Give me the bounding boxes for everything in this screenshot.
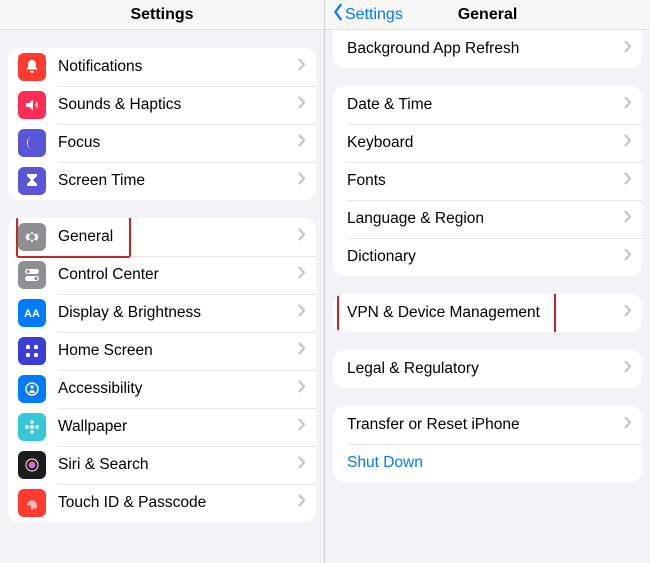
chevron-right-icon [624, 360, 632, 378]
chevron-right-icon [624, 40, 632, 58]
right-group-0: Background App Refresh [333, 30, 642, 68]
row-controlcenter[interactable]: Control Center [8, 256, 316, 294]
chevron-right-icon [624, 210, 632, 228]
row-shutdown[interactable]: Shut Down [333, 444, 642, 482]
row-fonts[interactable]: Fonts [333, 162, 642, 200]
switches-icon [18, 261, 46, 289]
row-homescreen[interactable]: Home Screen [8, 332, 316, 370]
row-vpn[interactable]: VPN & Device Management [333, 294, 642, 332]
row-focus[interactable]: Focus [8, 124, 316, 162]
person-icon [18, 375, 46, 403]
row-wallpaper[interactable]: Wallpaper [8, 408, 316, 446]
row-label: Legal & Regulatory [347, 360, 624, 378]
chevron-right-icon [298, 456, 306, 474]
right-group-2: VPN & Device Management [333, 294, 642, 332]
row-label: Wallpaper [58, 418, 298, 436]
chevron-right-icon [624, 96, 632, 114]
row-sounds[interactable]: Sounds & Haptics [8, 86, 316, 124]
chevron-right-icon [624, 172, 632, 190]
row-label: Touch ID & Passcode [58, 494, 298, 512]
chevron-right-icon [624, 134, 632, 152]
row-label: Home Screen [58, 342, 298, 360]
chevron-right-icon [298, 134, 306, 152]
chevron-right-icon [624, 248, 632, 266]
chevron-right-icon [624, 416, 632, 434]
grid-icon [18, 337, 46, 365]
chevron-right-icon [298, 228, 306, 246]
settings-pane: Settings Notifications Sounds & Haptics Fo… [0, 0, 325, 563]
row-label: Fonts [347, 172, 624, 190]
row-label: Transfer or Reset iPhone [347, 416, 624, 434]
row-label: Siri & Search [58, 456, 298, 474]
chevron-right-icon [624, 304, 632, 322]
row-datetime[interactable]: Date & Time [333, 86, 642, 124]
chevron-right-icon [298, 342, 306, 360]
aa-icon [18, 299, 46, 327]
row-legal[interactable]: Legal & Regulatory [333, 350, 642, 388]
row-label: Control Center [58, 266, 298, 284]
row-language[interactable]: Language & Region [333, 200, 642, 238]
row-siri[interactable]: Siri & Search [8, 446, 316, 484]
row-display[interactable]: Display & Brightness [8, 294, 316, 332]
row-label: Display & Brightness [58, 304, 298, 322]
right-group-3: Legal & Regulatory [333, 350, 642, 388]
fingerprint-icon [18, 489, 46, 517]
left-header: Settings [0, 0, 324, 30]
row-label: VPN & Device Management [347, 304, 624, 322]
row-touchid[interactable]: Touch ID & Passcode [8, 484, 316, 522]
hourglass-icon [18, 167, 46, 195]
chevron-right-icon [298, 96, 306, 114]
row-dictionary[interactable]: Dictionary [333, 238, 642, 276]
moon-icon [18, 129, 46, 157]
row-transfer[interactable]: Transfer or Reset iPhone [333, 406, 642, 444]
row-label: Screen Time [58, 172, 298, 190]
right-group-1: Date & Time Keyboard Fonts Language & Regio… [333, 86, 642, 276]
right-group-4: Transfer or Reset iPhone Shut Down [333, 406, 642, 482]
row-label: Background App Refresh [347, 40, 624, 58]
general-pane: Settings General Background App Refresh … [325, 0, 650, 563]
row-keyboard[interactable]: Keyboard [333, 124, 642, 162]
speaker-icon [18, 91, 46, 119]
chevron-right-icon [298, 172, 306, 190]
row-bgrefresh[interactable]: Background App Refresh [333, 30, 642, 68]
row-label: Keyboard [347, 134, 624, 152]
row-label: Sounds & Haptics [58, 96, 298, 114]
row-label: Dictionary [347, 248, 624, 266]
row-label: General [58, 228, 298, 246]
row-general[interactable]: General [8, 218, 316, 256]
left-group-2: General Control Center Display & Brightnes… [8, 218, 316, 522]
row-label: Accessibility [58, 380, 298, 398]
chevron-right-icon [298, 494, 306, 512]
row-screentime[interactable]: Screen Time [8, 162, 316, 200]
bell-icon [18, 53, 46, 81]
gear-icon [18, 223, 46, 251]
left-title: Settings [0, 6, 324, 24]
siri-icon [18, 451, 46, 479]
row-label: Notifications [58, 58, 298, 76]
chevron-right-icon [298, 380, 306, 398]
row-label: Date & Time [347, 96, 624, 114]
right-header: Settings General [325, 0, 650, 30]
row-notifications[interactable]: Notifications [8, 48, 316, 86]
chevron-right-icon [298, 418, 306, 436]
chevron-right-icon [298, 58, 306, 76]
row-label: Focus [58, 134, 298, 152]
row-accessibility[interactable]: Accessibility [8, 370, 316, 408]
right-title: General [325, 6, 650, 24]
left-group-1: Notifications Sounds & Haptics Focus Screen… [8, 48, 316, 200]
flower-icon [18, 413, 46, 441]
row-label: Shut Down [347, 454, 632, 472]
row-label: Language & Region [347, 210, 624, 228]
chevron-right-icon [298, 304, 306, 322]
chevron-right-icon [298, 266, 306, 284]
